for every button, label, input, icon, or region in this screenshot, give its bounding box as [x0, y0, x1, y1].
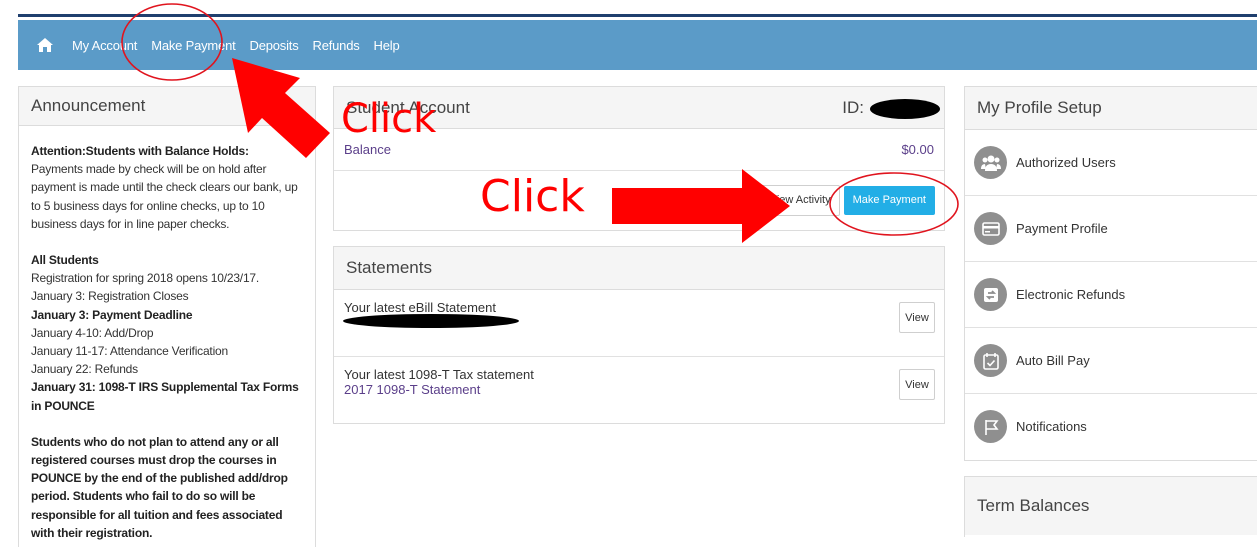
balance-label[interactable]: Balance [344, 142, 391, 157]
profile-setup-title: My Profile Setup [977, 98, 1102, 117]
statement-text: Your latest eBill Statement [344, 300, 496, 315]
tax-forms-note: January 31: 1098-T IRS Supplemental Tax … [31, 380, 299, 413]
statements-header: Statements [334, 247, 944, 290]
nav-make-payment[interactable]: Make Payment [151, 38, 236, 53]
redacted-ebill-date [343, 314, 519, 328]
nav-deposits[interactable]: Deposits [250, 38, 299, 53]
attendance-note: January 11-17: Attendance Verification [31, 344, 228, 359]
announcement-header: Announcement [19, 87, 315, 126]
add-drop-note: January 4-10: Add/Drop [31, 325, 154, 340]
profile-item-label: Payment Profile [1016, 221, 1108, 236]
student-id-label: ID: [842, 97, 864, 117]
view-ebill-button[interactable]: View [899, 302, 935, 333]
announcement-panel: Announcement Attention:Students with Bal… [18, 86, 316, 547]
card-icon [974, 212, 1007, 245]
flag-icon [974, 410, 1007, 443]
calendar-icon [974, 344, 1007, 377]
refunds-note: January 22: Refunds [31, 362, 138, 377]
statement-text: Your latest 1098-T Tax statement [344, 367, 534, 382]
profile-item-label: Electronic Refunds [1016, 287, 1126, 302]
profile-item-label: Notifications [1016, 419, 1087, 434]
profile-item-authorized-users[interactable]: Authorized Users [965, 130, 1257, 196]
view-activity-button[interactable]: View Activity [760, 184, 840, 216]
all-students-heading: All Students [31, 253, 99, 268]
profile-item-electronic-refunds[interactable]: Electronic Refunds [965, 262, 1257, 328]
top-navbar: My Account Make Payment Deposits Refunds… [18, 20, 1257, 70]
home-icon[interactable] [36, 35, 58, 55]
profile-setup-panel: My Profile Setup Authorized Users Paymen… [964, 86, 1257, 461]
profile-item-payment-profile[interactable]: Payment Profile [965, 196, 1257, 262]
reg-closes-note: January 3: Registration Closes [31, 289, 189, 304]
statement-row: Your latest 1098-T Tax statement 2017 10… [334, 357, 944, 423]
term-balances-panel: Term Balances [964, 476, 1257, 537]
nav-my-account[interactable]: My Account [72, 38, 137, 53]
hold-notice-text: Payments made by check will be on hold a… [31, 162, 298, 231]
make-payment-button[interactable]: Make Payment [843, 185, 935, 215]
click-annotation-text: Click [341, 96, 437, 142]
redacted-student-id [870, 99, 940, 119]
announcement-body: Attention:Students with Balance Holds: P… [19, 126, 315, 542]
account-actions: View Activity Make Payment [334, 171, 944, 229]
statements-panel: Statements Your latest eBill Statement V… [333, 246, 945, 424]
tax-statement-link[interactable]: 2017 1098-T Statement [344, 382, 534, 397]
hold-notice: Attention:Students with Balance Holds: P… [31, 142, 303, 233]
payment-deadline-note: January 3: Payment Deadline [31, 307, 193, 322]
profile-item-label: Auto Bill Pay [1016, 353, 1090, 368]
term-balances-title: Term Balances [977, 496, 1090, 515]
statements-title: Statements [346, 258, 432, 277]
term-balances-header[interactable]: Term Balances [965, 477, 1257, 535]
click-annotation-text: Click [480, 171, 585, 222]
announcement-title: Announcement [31, 96, 146, 115]
top-border [0, 0, 1257, 17]
nav-help[interactable]: Help [374, 38, 400, 53]
view-1098t-button[interactable]: View [899, 369, 935, 400]
profile-item-label: Authorized Users [1016, 155, 1116, 170]
registration-note: Registration for spring 2018 opens 10/23… [31, 271, 260, 286]
profile-setup-header: My Profile Setup [965, 87, 1257, 130]
profile-item-notifications[interactable]: Notifications [965, 394, 1257, 459]
profile-item-auto-bill-pay[interactable]: Auto Bill Pay [965, 328, 1257, 394]
refund-icon [974, 278, 1007, 311]
hold-notice-heading: Attention:Students with Balance Holds: [31, 144, 249, 158]
balance-value[interactable]: $0.00 [901, 142, 934, 157]
users-icon [974, 146, 1007, 179]
nav-refunds[interactable]: Refunds [313, 38, 360, 53]
drop-notice: Students who do not plan to attend any o… [31, 434, 288, 540]
